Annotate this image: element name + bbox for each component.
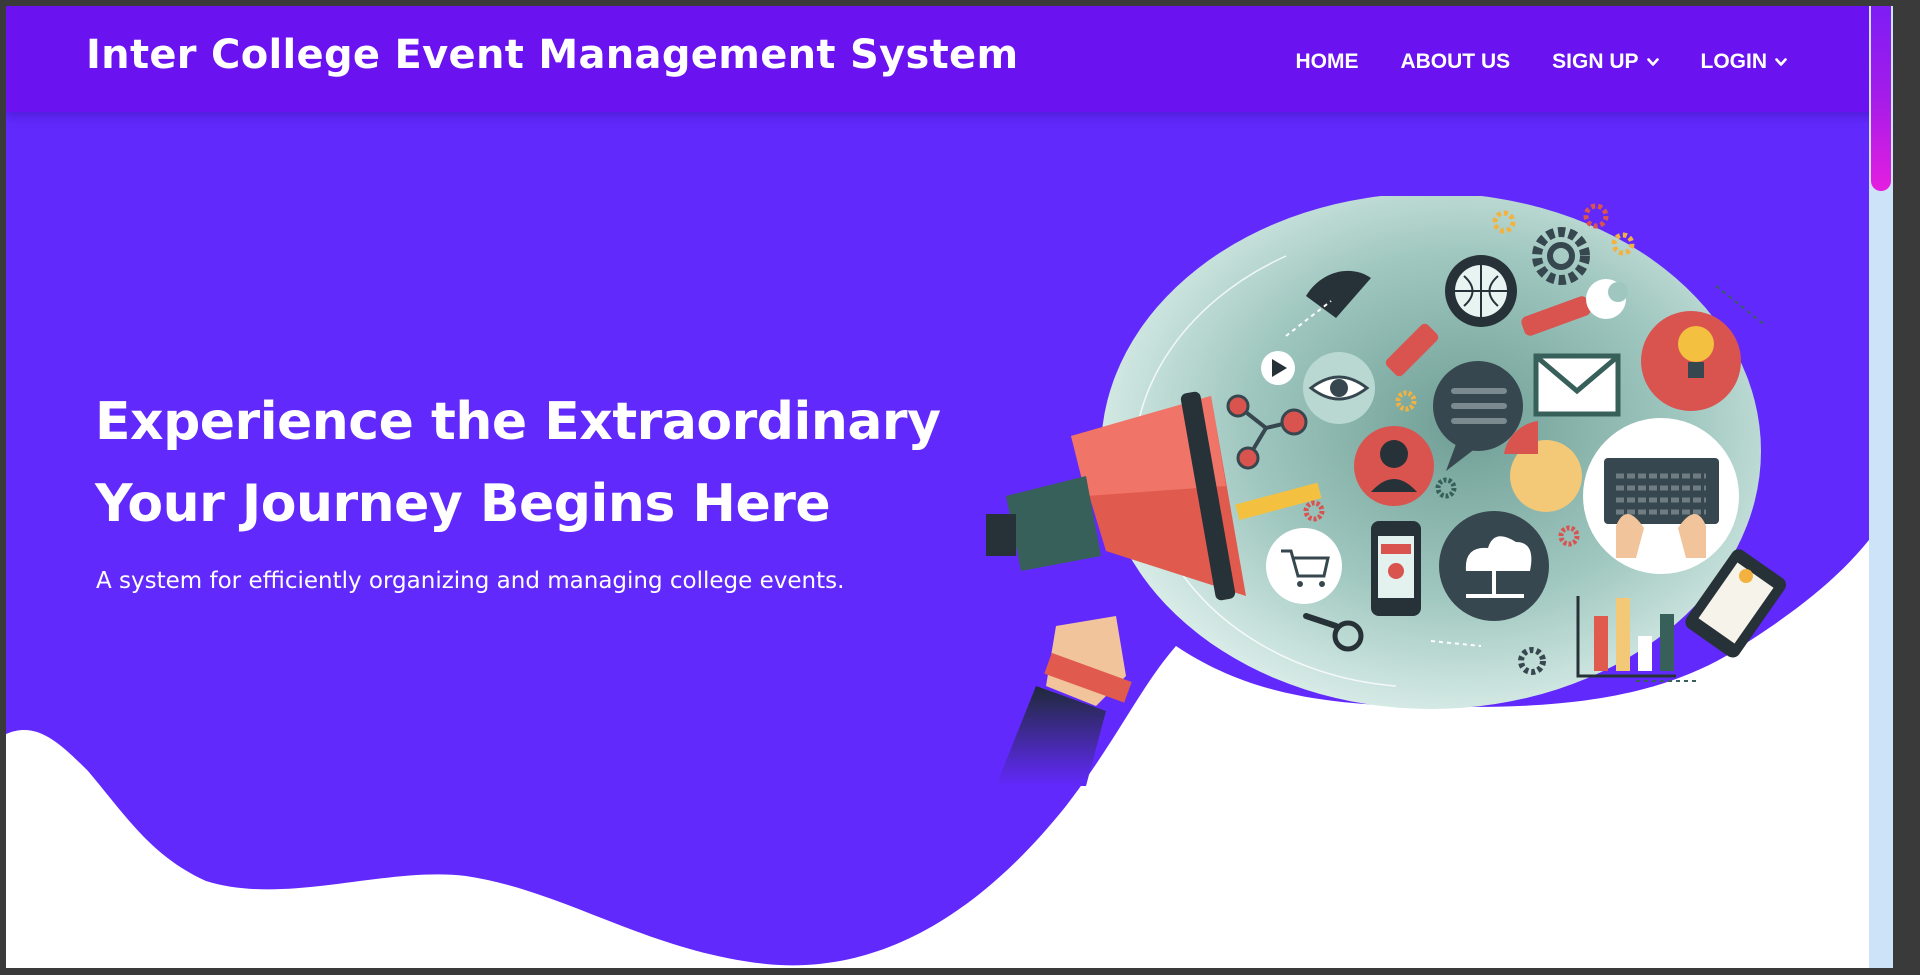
user-icon xyxy=(1354,426,1434,506)
hand-icon xyxy=(996,616,1132,786)
scrollbar-thumb[interactable] xyxy=(1871,6,1891,191)
browser-viewport: Inter College Event Management System HO… xyxy=(6,6,1893,968)
hero-headline-line1: Experience the Extraordinary xyxy=(95,392,941,452)
marketing-illustration xyxy=(986,196,1787,786)
laptop-icon xyxy=(1583,418,1739,574)
chevron-down-icon xyxy=(1646,57,1659,66)
page-scrollbar[interactable] xyxy=(1869,6,1893,968)
hero-headline-line2: Your Journey Begins Here xyxy=(95,474,831,534)
play-icon xyxy=(1261,351,1295,385)
nav-signup-dropdown[interactable]: SIGN UP xyxy=(1552,50,1659,74)
nav-login-label: LOGIN xyxy=(1700,50,1768,73)
nav-home-label: HOME xyxy=(1295,50,1359,73)
hero-subtitle: A system for efficiently organizing and … xyxy=(96,568,845,594)
brand-title[interactable]: Inter College Event Management System xyxy=(86,32,1018,78)
eye-icon xyxy=(1303,352,1375,424)
top-navbar: Inter College Event Management System HO… xyxy=(6,6,1893,112)
lightbulb-icon xyxy=(1641,311,1741,411)
nav-signup-label: SIGN UP xyxy=(1552,50,1639,73)
smartphone-icon xyxy=(1371,521,1421,616)
nav-about-link[interactable]: ABOUT US xyxy=(1400,50,1510,74)
chevron-down-icon xyxy=(1775,57,1787,66)
cloud-icon xyxy=(1439,511,1549,621)
main-nav: HOME ABOUT US SIGN UP LOGIN xyxy=(1253,50,1787,74)
envelope-icon xyxy=(1533,353,1621,417)
nav-home-link[interactable]: HOME xyxy=(1295,50,1358,74)
hero-headline: Experience the Extraordinary Your Journe… xyxy=(95,381,941,545)
nav-login-dropdown[interactable]: LOGIN xyxy=(1701,50,1788,74)
nav-about-label: ABOUT US xyxy=(1400,50,1511,73)
shopping-cart-icon xyxy=(1266,528,1342,604)
